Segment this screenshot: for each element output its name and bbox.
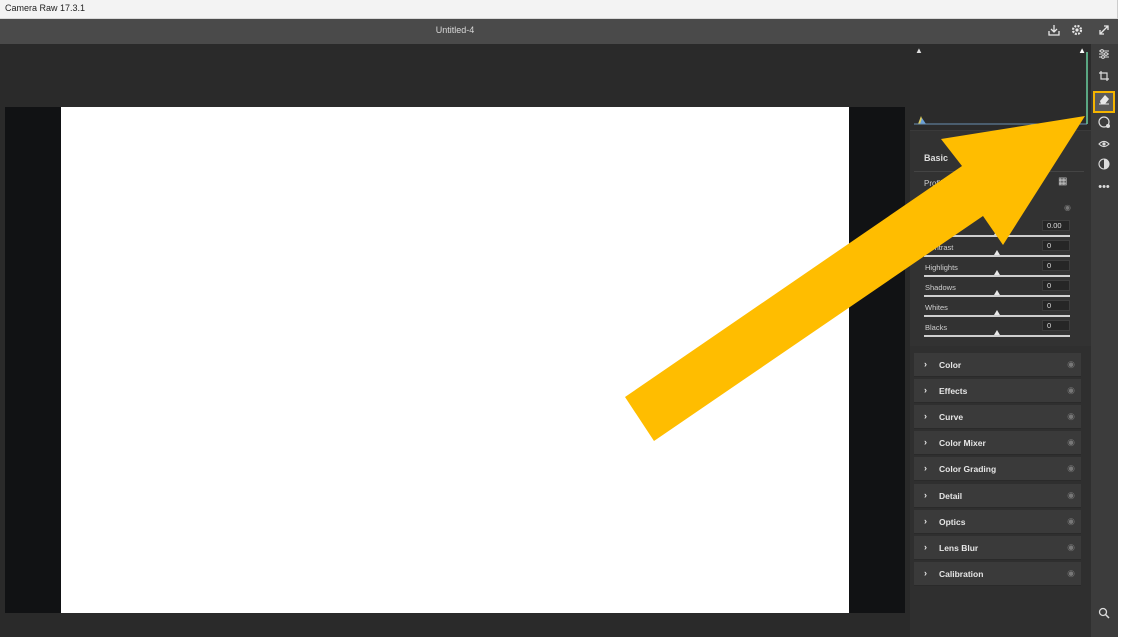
visibility-eye-icon[interactable]: ◉ [1067, 463, 1075, 474]
visibility-eye-icon[interactable]: ◉ [1067, 568, 1075, 579]
slider-label: Exposure [925, 223, 957, 232]
visibility-eye-icon[interactable]: ◉ [1067, 411, 1075, 422]
slider-blacks[interactable]: Blacks 0 [924, 320, 1070, 343]
visibility-eye-icon[interactable]: ◉ [1067, 385, 1075, 396]
edit-icon[interactable] [1095, 48, 1113, 66]
section-label: Lens Blur [939, 543, 979, 553]
slider-value-input[interactable]: 0 [1042, 260, 1070, 271]
profile-browser-icon[interactable]: ▦ [1058, 176, 1067, 187]
slider-track[interactable] [924, 295, 1070, 297]
window-titlebar: Camera Raw 17.3.1 [0, 0, 1118, 19]
gear-icon[interactable] [1069, 23, 1085, 39]
section-effects[interactable]: › Effects ◉ [914, 379, 1081, 403]
slider-label: Blacks [925, 323, 948, 332]
section-optics[interactable]: › Optics ◉ [914, 510, 1081, 534]
presets-icon[interactable] [1095, 158, 1113, 176]
masking-icon[interactable] [1095, 116, 1113, 134]
app-title: Camera Raw 17.3.1 [5, 3, 86, 13]
section-label: Color Grading [939, 464, 997, 474]
basic-panel-title[interactable]: Basic [924, 153, 948, 163]
section-label: Calibration [939, 569, 984, 579]
chevron-right-icon: › [924, 490, 927, 500]
visibility-eye-icon[interactable]: ◉ [1067, 542, 1075, 553]
slider-value-input[interactable]: 0 [1042, 300, 1070, 311]
histogram-graph [914, 52, 1088, 125]
section-detail[interactable]: › Detail ◉ [914, 484, 1081, 508]
window-gutter [1118, 0, 1132, 637]
tool-strip: ••• [1091, 44, 1118, 637]
chevron-right-icon: › [924, 437, 927, 447]
visibility-eye-icon[interactable]: ◉ [1067, 490, 1075, 501]
slider-track[interactable] [924, 315, 1070, 317]
red-eye-icon[interactable] [1095, 138, 1113, 156]
section-label: Color [939, 360, 962, 370]
section-label: Curve [939, 412, 964, 422]
save-icon[interactable] [1046, 23, 1062, 39]
visibility-eye-icon[interactable]: ◉ [1067, 516, 1075, 527]
section-label: Effects [939, 386, 968, 396]
slider-track[interactable] [924, 275, 1070, 277]
slider-value-input[interactable]: 0 [1042, 240, 1070, 251]
photo-frame [5, 107, 905, 613]
slider-thumb[interactable] [994, 310, 1000, 315]
slider-value-input[interactable]: 0 [1042, 320, 1070, 331]
section-color[interactable]: › Color ◉ [914, 353, 1081, 377]
section-color-grading[interactable]: › Color Grading ◉ [914, 457, 1081, 481]
slider-value-input[interactable]: 0 [1042, 280, 1070, 291]
slider-label: Highlights [925, 263, 958, 272]
visibility-eye-icon[interactable]: ◉ [1067, 437, 1075, 448]
slider-thumb[interactable] [994, 290, 1000, 295]
slider-value-input[interactable]: 0.00 [1042, 220, 1070, 231]
divider [914, 171, 1084, 172]
chevron-right-icon: › [924, 516, 927, 526]
slider-track[interactable] [924, 235, 1070, 237]
chevron-right-icon: › [924, 385, 927, 395]
document-topbar: Untitled-4 [0, 19, 1118, 44]
section-color-mixer[interactable]: › Color Mixer ◉ [914, 431, 1081, 455]
slider-label: Contrast [925, 243, 954, 252]
section-calibration[interactable]: › Calibration ◉ [914, 562, 1081, 586]
section-label: Optics [939, 517, 966, 527]
slider-track[interactable] [924, 255, 1070, 257]
image-canvas[interactable] [0, 44, 910, 637]
chevron-right-icon: › [924, 463, 927, 473]
slider-thumb[interactable] [994, 230, 1000, 235]
chevron-right-icon: › [924, 568, 927, 578]
photo-preview[interactable] [61, 107, 849, 613]
slider-thumb[interactable] [994, 250, 1000, 255]
profile-label: Profile [924, 179, 947, 188]
slider-label: Whites [925, 303, 948, 312]
camera-raw-window: Camera Raw 17.3.1 Untitled-4 ▲ ▲ Basic P… [0, 0, 1132, 637]
slider-thumb[interactable] [994, 330, 1000, 335]
visibility-eye-icon[interactable]: ◉ [1067, 359, 1075, 370]
chevron-right-icon: › [924, 411, 927, 421]
zoom-icon[interactable] [1095, 607, 1113, 625]
slider-thumb[interactable] [994, 270, 1000, 275]
slider-label: Shadows [925, 283, 956, 292]
crop-icon[interactable] [1095, 70, 1113, 88]
more-icon[interactable]: ••• [1095, 178, 1113, 196]
visibility-eye-icon[interactable]: ◉ [1064, 203, 1071, 212]
section-label: Detail [939, 491, 963, 501]
section-lens-blur[interactable]: › Lens Blur ◉ [914, 536, 1081, 560]
remove-icon[interactable] [1093, 91, 1115, 113]
expand-icon[interactable] [1096, 23, 1112, 39]
document-title: Untitled-4 [435, 25, 475, 35]
histogram: ▲ ▲ [910, 44, 1091, 130]
section-label: Color Mixer [939, 438, 986, 448]
slider-track[interactable] [924, 335, 1070, 337]
chevron-right-icon: › [924, 359, 927, 369]
edit-panel: ▲ ▲ Basic Profile ▦ ◉ Exposure 0.00 Cont… [910, 44, 1091, 637]
section-curve[interactable]: › Curve ◉ [914, 405, 1081, 429]
basic-panel: Basic Profile ▦ ◉ Exposure 0.00 Contrast… [910, 130, 1091, 346]
chevron-right-icon: › [924, 542, 927, 552]
